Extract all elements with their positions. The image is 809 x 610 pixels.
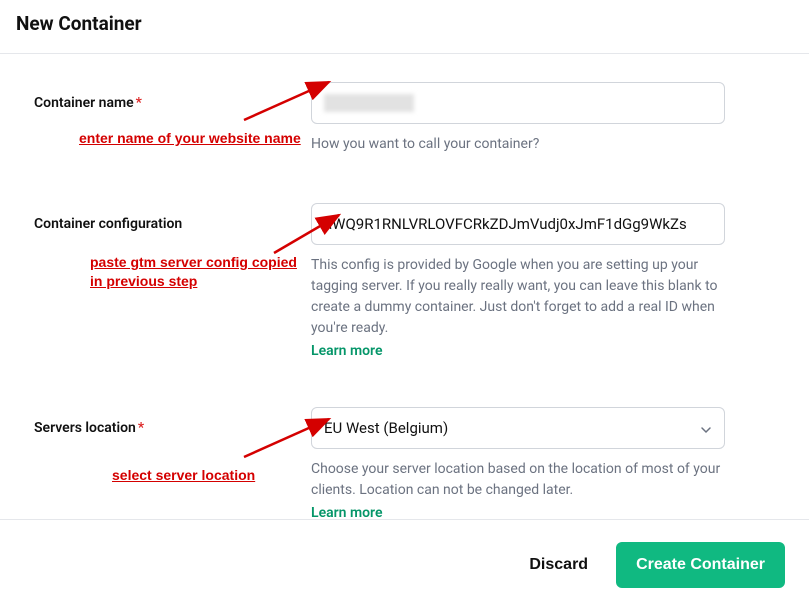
label-col: Container configuration: [34, 203, 311, 232]
learn-more-config[interactable]: Learn more: [311, 343, 725, 359]
servers-location-select[interactable]: EU West (Belgium): [311, 407, 725, 449]
chevron-down-icon: [700, 422, 712, 434]
required-mark: *: [136, 95, 142, 111]
required-mark: *: [138, 420, 144, 436]
helper-servers-location: Choose your server location based on the…: [311, 459, 725, 501]
label-container-name: Container name*: [34, 95, 142, 111]
input-col: EU West (Belgium) Choose your server loc…: [311, 407, 725, 521]
select-value: EU West (Belgium): [324, 419, 448, 437]
label-container-config: Container configuration: [34, 216, 182, 232]
row-container-config: Container configuration This config is p…: [34, 203, 775, 359]
container-config-input[interactable]: [311, 203, 725, 245]
form-area: Container name* How you want to call you…: [0, 54, 809, 521]
discard-button[interactable]: Discard: [529, 556, 588, 574]
helper-container-config: This config is provided by Google when y…: [311, 255, 725, 339]
input-col: How you want to call your container?: [311, 82, 725, 155]
annotation-location: select server location: [112, 467, 255, 483]
container-name-input[interactable]: [311, 82, 725, 124]
annotation-config: paste gtm server config copied in previo…: [90, 253, 297, 291]
row-container-name: Container name* How you want to call you…: [34, 82, 775, 155]
input-col: This config is provided by Google when y…: [311, 203, 725, 359]
helper-container-name: How you want to call your container?: [311, 134, 725, 155]
footer-bar: Discard Create Container: [0, 519, 809, 610]
row-servers-location: Servers location* EU West (Belgium) Choo…: [34, 407, 775, 521]
label-servers-location: Servers location*: [34, 420, 144, 436]
label-col: Servers location*: [34, 407, 311, 436]
redacted-text: [324, 94, 414, 112]
page-title: New Container: [16, 12, 793, 35]
annotation-name: enter name of your website name: [79, 130, 301, 146]
label-col: Container name*: [34, 82, 311, 111]
create-container-button[interactable]: Create Container: [616, 542, 785, 588]
page-header: New Container: [0, 0, 809, 53]
